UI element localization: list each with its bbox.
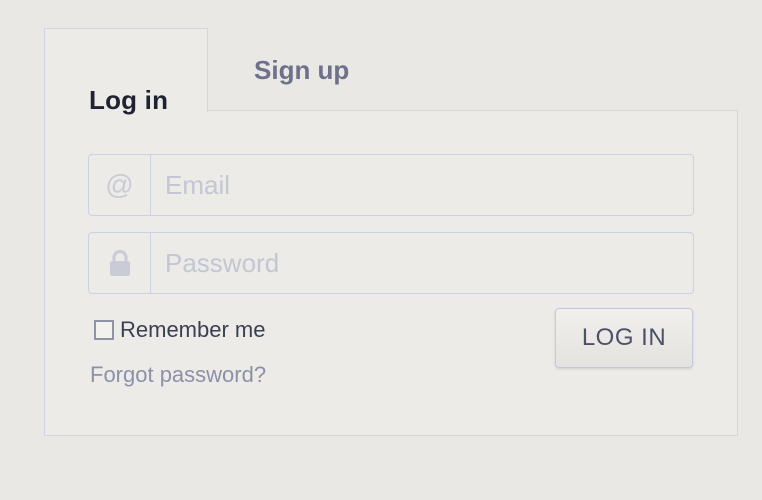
- password-field[interactable]: [151, 233, 693, 293]
- tab-log-in[interactable]: Log in: [44, 28, 208, 115]
- log-in-button[interactable]: LOG IN: [555, 308, 693, 368]
- email-field-group: @: [88, 154, 694, 216]
- forgot-password-link[interactable]: Forgot password?: [90, 362, 266, 388]
- remember-me[interactable]: Remember me: [94, 316, 265, 344]
- lock-icon: [89, 233, 151, 293]
- at-icon: @: [89, 155, 151, 215]
- tab-log-in-label: Log in: [89, 85, 169, 115]
- email-field[interactable]: [151, 155, 693, 215]
- tab-sign-up[interactable]: Sign up: [226, 38, 374, 102]
- password-field-group: [88, 232, 694, 294]
- remember-me-checkbox[interactable]: [94, 320, 114, 340]
- remember-me-label: Remember me: [120, 317, 266, 342]
- tab-sign-up-label: Sign up: [254, 55, 350, 85]
